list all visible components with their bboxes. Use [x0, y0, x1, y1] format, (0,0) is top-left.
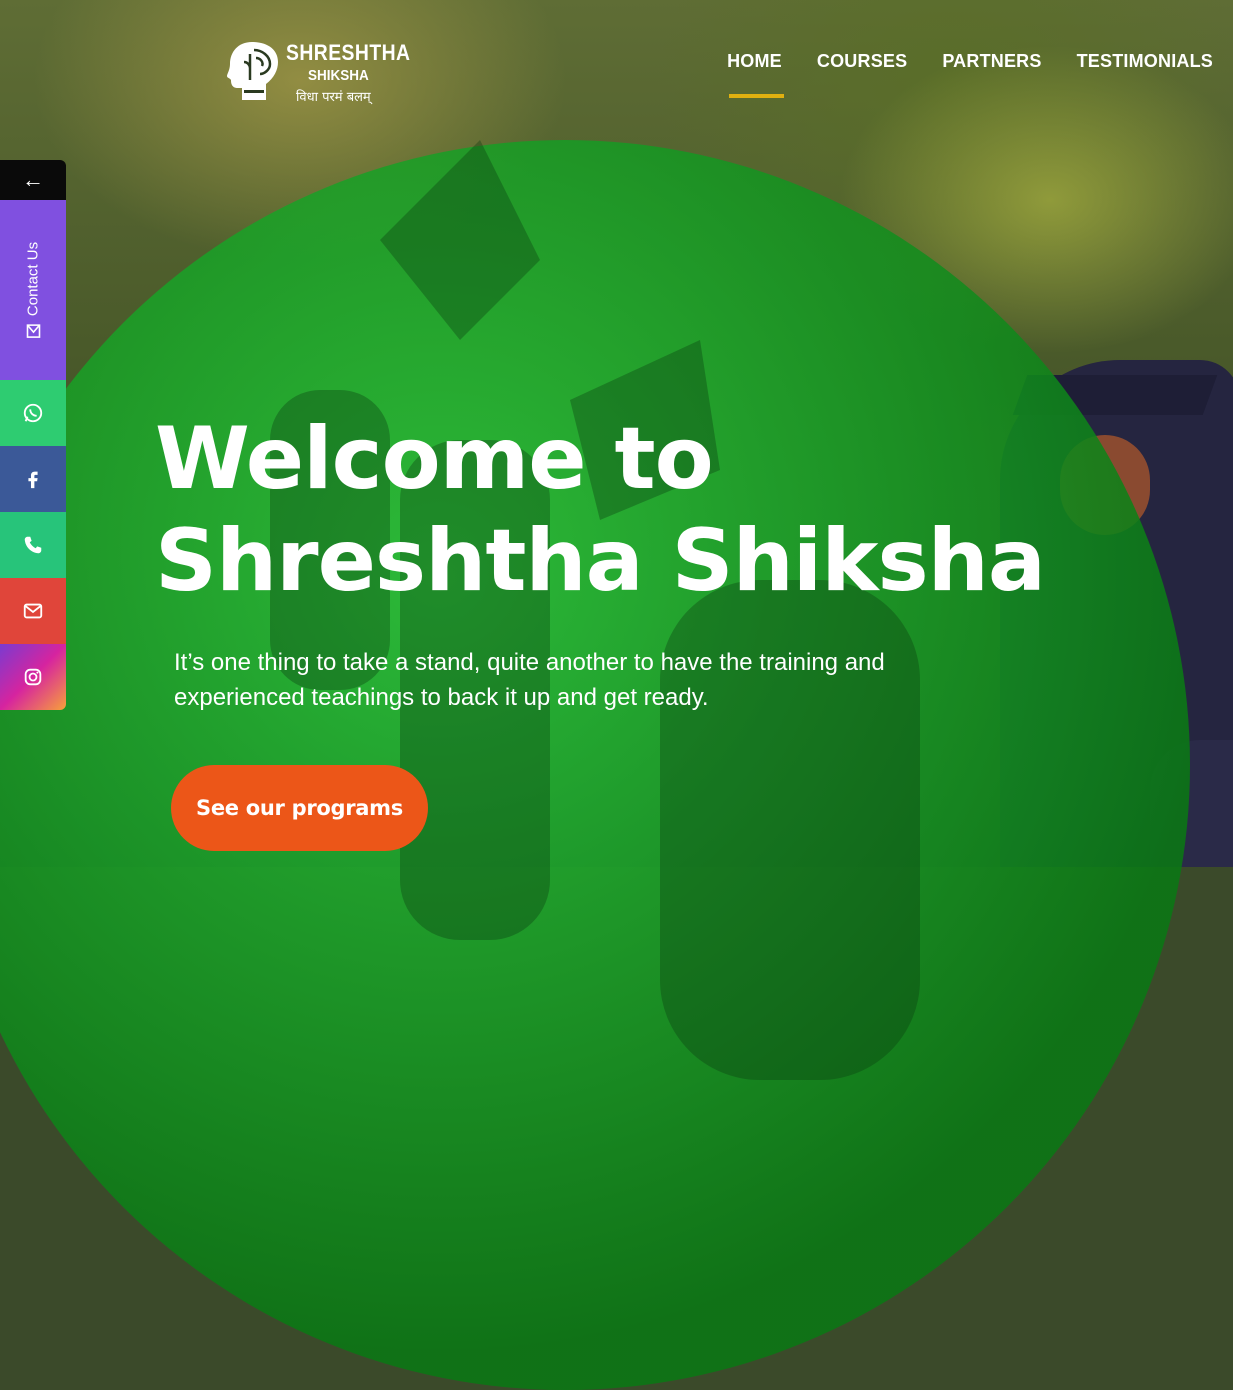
phone-button[interactable] — [0, 512, 66, 578]
whatsapp-icon — [23, 403, 43, 423]
brand-tagline: विधा परमं बलम् — [296, 90, 371, 105]
email-icon — [23, 603, 43, 619]
panel-toggle-button[interactable]: ← — [0, 160, 66, 200]
nav-item-courses[interactable]: COURSES — [817, 51, 907, 72]
nav-item-home[interactable]: HOME — [727, 51, 784, 98]
nav-item-testimonials[interactable]: TESTIMONIALS — [1077, 51, 1213, 72]
phone-icon — [24, 536, 42, 554]
whatsapp-button[interactable] — [0, 380, 66, 446]
hero-title-line2: Shreshtha Shiksha — [155, 511, 1046, 611]
social-side-panel: ← Contact Us — [0, 160, 66, 710]
see-programs-button[interactable]: See our programs — [171, 765, 428, 851]
hero-title-line1: Welcome to — [155, 409, 714, 509]
graduates-silhouette — [270, 140, 920, 1080]
instagram-button[interactable] — [0, 644, 66, 710]
nav-item-partners[interactable]: PARTNERS — [942, 51, 1041, 72]
contact-us-label: Contact Us — [24, 241, 42, 317]
contact-us-tab[interactable]: Contact Us — [0, 200, 66, 380]
brand-name-sub: SHIKSHA — [308, 67, 369, 84]
facebook-button[interactable] — [0, 446, 66, 512]
email-button[interactable] — [0, 578, 66, 644]
main-navigation: HOME COURSES PARTNERS TESTIMONIALS — [727, 51, 1213, 98]
green-overlay-shape — [0, 140, 1190, 1390]
hero-title: Welcome to Shreshtha Shiksha — [155, 408, 1046, 612]
envelope-icon — [26, 324, 40, 338]
brain-head-icon — [227, 42, 278, 100]
facebook-icon — [28, 471, 38, 489]
hero-subtitle: It’s one thing to take a stand, quite an… — [174, 649, 885, 711]
brand-logo[interactable]: SHRESHTHA SHIKSHA विधा परमं बलम् — [226, 38, 410, 105]
brand-name: SHRESHTHA — [286, 40, 411, 65]
instagram-icon — [24, 668, 42, 686]
